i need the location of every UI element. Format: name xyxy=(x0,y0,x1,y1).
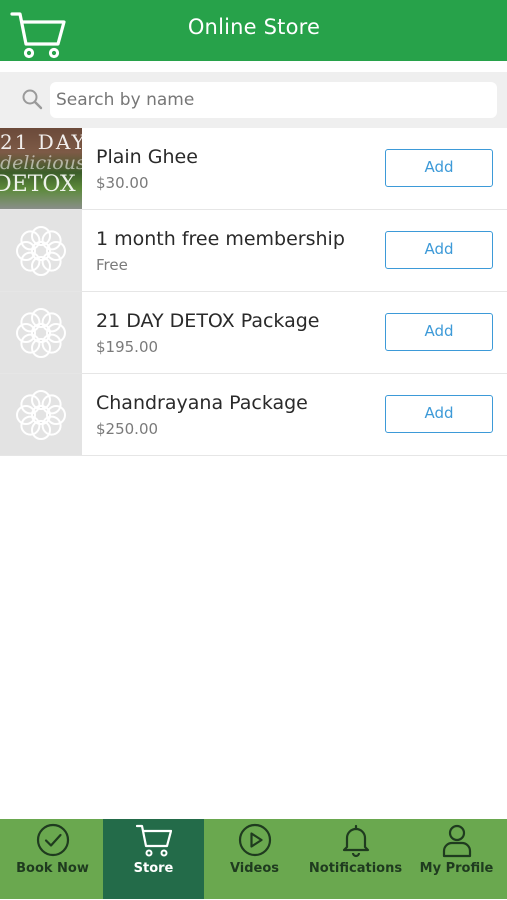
list-item[interactable]: Chandrayana Package $250.00 Add xyxy=(0,374,507,456)
tab-label: Notifications xyxy=(308,861,403,876)
add-button[interactable]: Add xyxy=(385,231,493,269)
product-name: Plain Ghee xyxy=(96,146,198,168)
list-item[interactable]: 1 month free membership Free Add xyxy=(0,210,507,292)
tab-label: My Profile xyxy=(419,861,494,876)
app-header: Online Store xyxy=(0,0,507,61)
page-title: Online Store xyxy=(187,15,321,39)
play-circle-icon xyxy=(238,823,271,857)
shopping-cart-icon xyxy=(135,824,172,857)
flower-placeholder-icon xyxy=(16,390,66,440)
product-name: 1 month free membership xyxy=(96,228,345,250)
tab-videos[interactable]: Videos xyxy=(204,819,305,899)
tab-label: Videos xyxy=(229,861,280,876)
product-thumbnail xyxy=(0,292,82,373)
search-bar xyxy=(0,72,507,128)
flower-placeholder-icon xyxy=(16,226,66,276)
thumbnail-text: DETOX xyxy=(0,172,76,197)
product-price: $195.00 xyxy=(96,338,159,356)
product-thumbnail: 21 DAY delicious DETOX xyxy=(0,128,82,209)
add-button[interactable]: Add xyxy=(385,313,493,351)
list-item[interactable]: 21 DAY DETOX Package $195.00 Add xyxy=(0,292,507,374)
thumbnail-text: delicious xyxy=(0,152,82,174)
add-button[interactable]: Add xyxy=(385,395,493,433)
product-price: $250.00 xyxy=(96,420,159,438)
bottom-tab-bar: Book Now Store Videos Notifications My P… xyxy=(0,819,507,899)
user-icon xyxy=(442,824,471,858)
product-price: Free xyxy=(96,256,128,274)
bell-icon xyxy=(342,824,369,858)
product-thumbnail xyxy=(0,374,82,455)
add-button[interactable]: Add xyxy=(385,149,493,187)
list-item[interactable]: 21 DAY delicious DETOX Plain Ghee $30.00… xyxy=(0,128,507,210)
flower-placeholder-icon xyxy=(16,308,66,358)
product-price: $30.00 xyxy=(96,174,149,192)
product-name: 21 DAY DETOX Package xyxy=(96,310,320,332)
tab-book-now[interactable]: Book Now xyxy=(2,819,103,899)
detox-photo: 21 DAY delicious DETOX xyxy=(0,128,82,209)
search-box xyxy=(50,82,497,118)
check-circle-icon xyxy=(36,823,69,857)
product-list: 21 DAY delicious DETOX Plain Ghee $30.00… xyxy=(0,128,507,456)
product-name: Chandrayana Package xyxy=(96,392,308,414)
tab-label: Store xyxy=(133,861,174,876)
thumbnail-text: 21 DAY xyxy=(0,130,82,154)
tab-my-profile[interactable]: My Profile xyxy=(406,819,507,899)
product-thumbnail xyxy=(0,210,82,291)
search-input[interactable] xyxy=(50,82,497,118)
search-icon xyxy=(22,89,43,110)
tab-label: Book Now xyxy=(16,861,89,876)
tab-store[interactable]: Store xyxy=(103,819,204,899)
tab-notifications[interactable]: Notifications xyxy=(305,819,406,899)
